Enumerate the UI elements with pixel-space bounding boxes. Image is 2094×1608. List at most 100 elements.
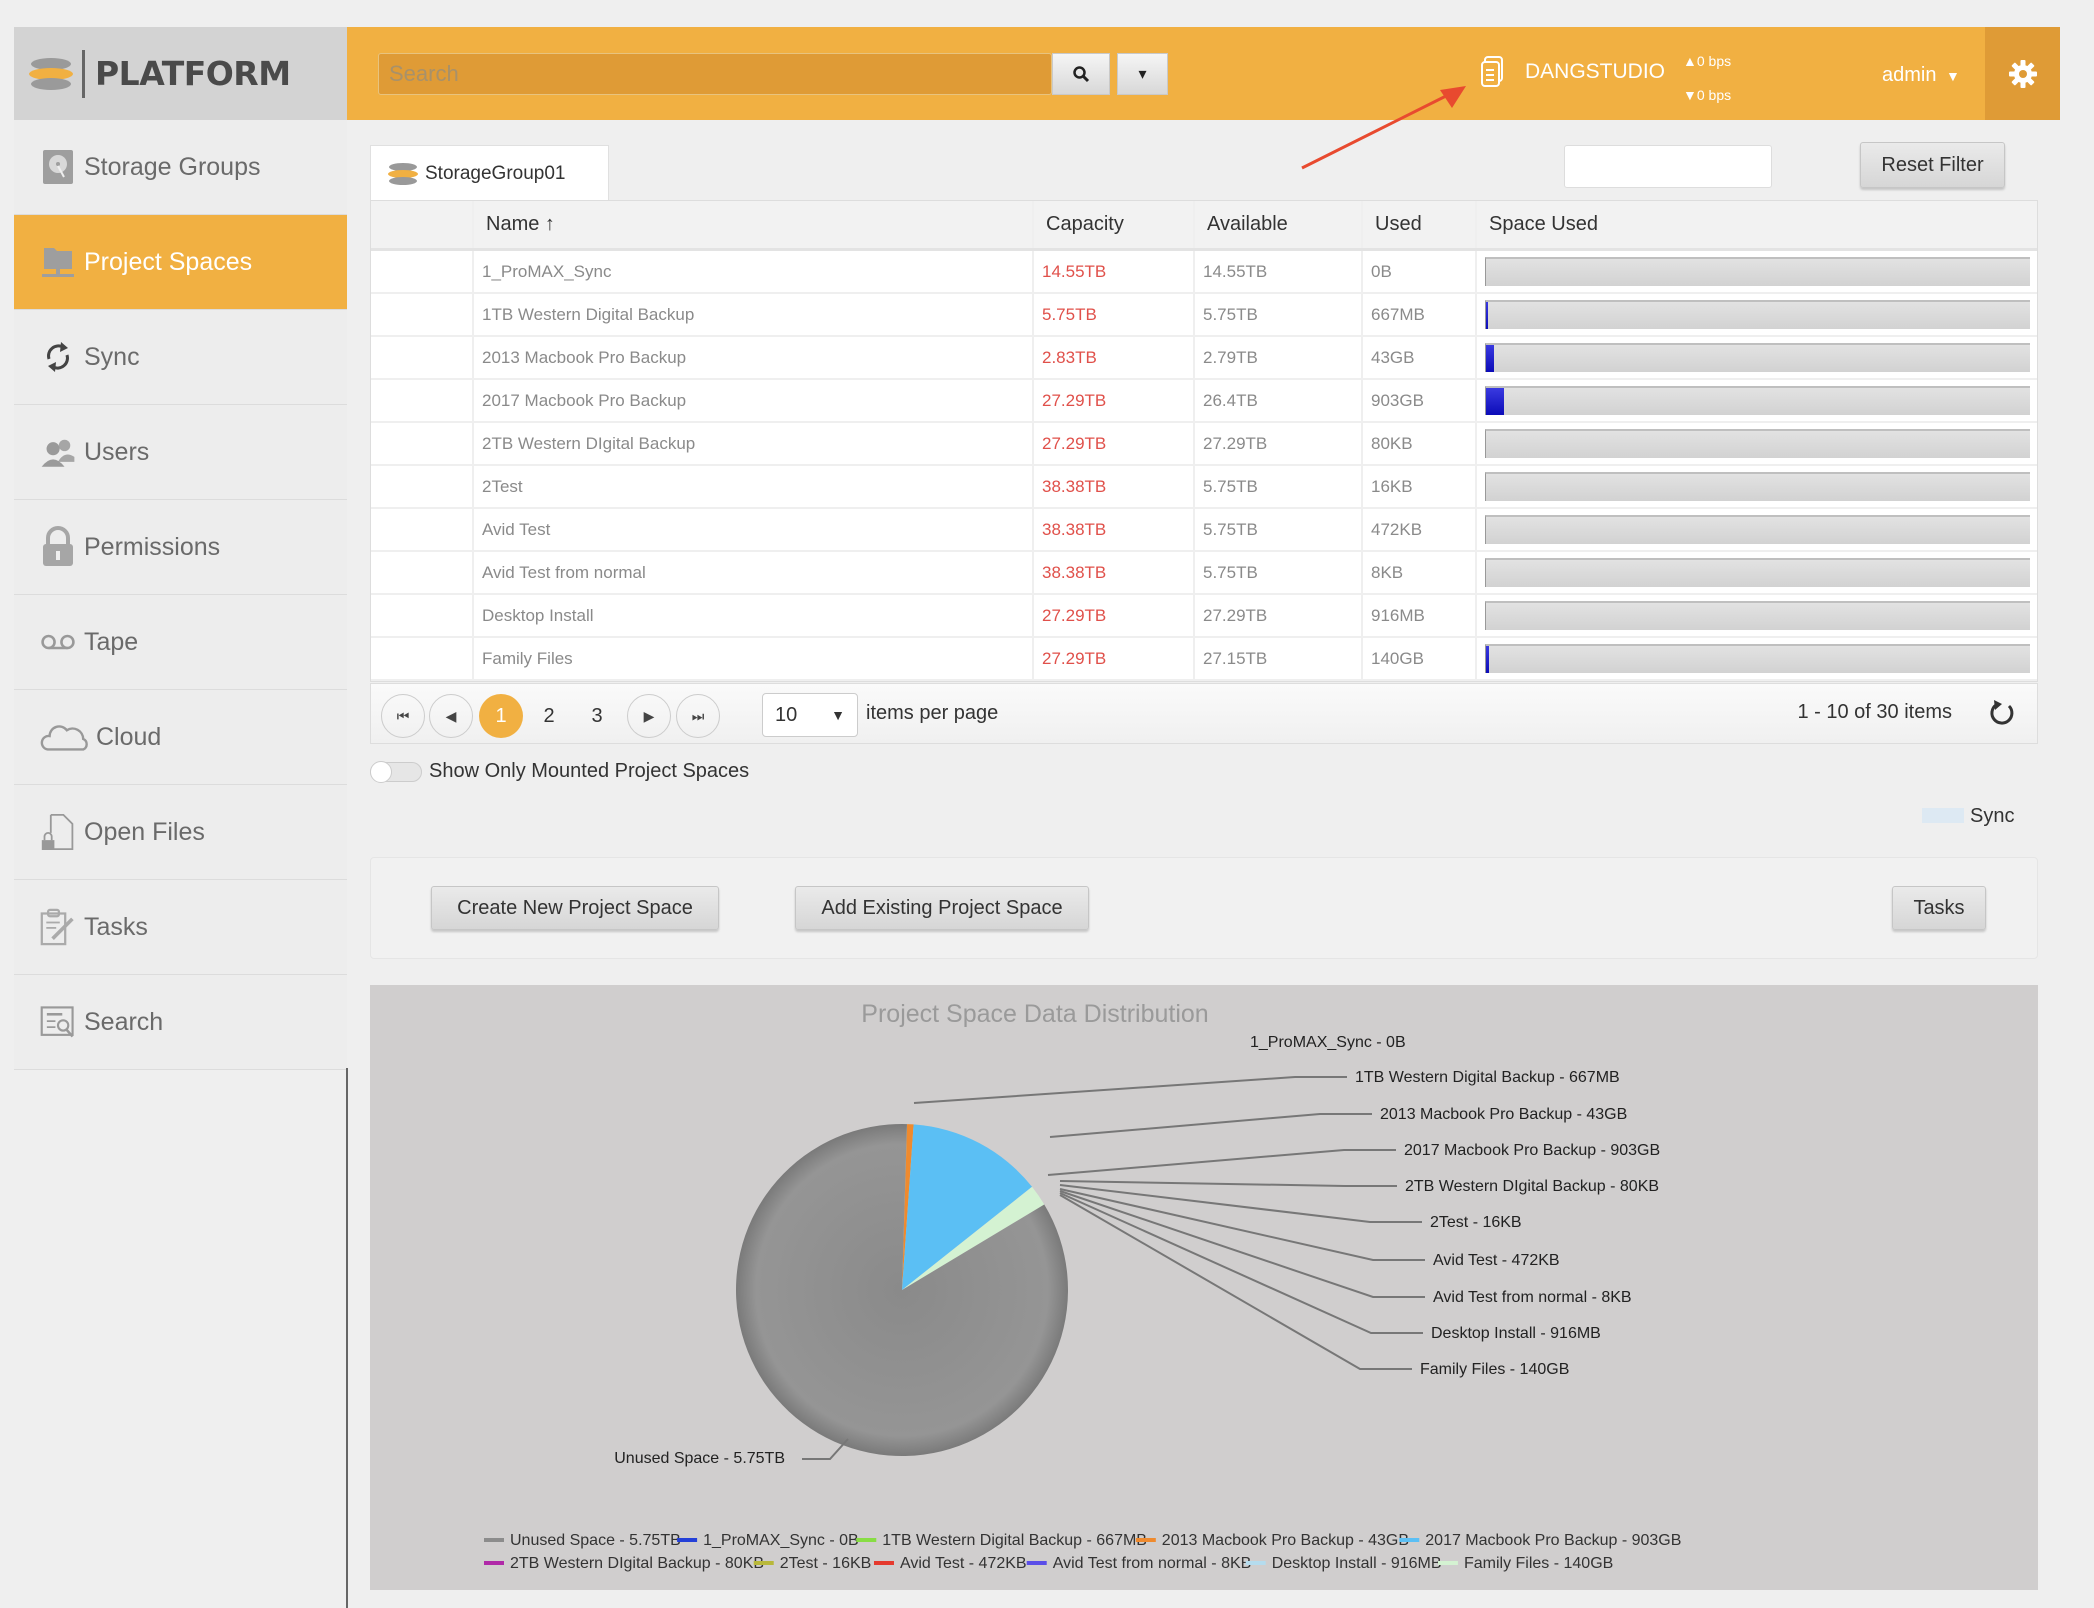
legend-item[interactable]: Desktop Install - 916MB	[1272, 1555, 1442, 1572]
row-select-cell[interactable]	[371, 251, 474, 292]
cell-space-used	[1477, 595, 2037, 636]
table-row[interactable]: 2TB Western DIgital Backup 27.29TB 27.29TB…	[371, 423, 2037, 466]
legend-swatch	[1026, 1561, 1047, 1565]
table-row[interactable]: Family Files 27.29TB 27.15TB 140GB	[371, 638, 2037, 681]
sidebar-item-users[interactable]: Users	[14, 405, 347, 500]
upload-rate: ▲0 bps	[1683, 53, 1732, 69]
page-1-button[interactable]: 1	[479, 694, 523, 738]
search-icon	[1073, 66, 1090, 83]
next-page-icon: ▶	[643, 707, 655, 724]
row-select-cell[interactable]	[371, 509, 474, 550]
legend-swatch	[1135, 1538, 1156, 1542]
cell-used: 667MB	[1363, 294, 1477, 335]
legend-item[interactable]: 1_ProMAX_Sync - 0B	[703, 1532, 859, 1549]
row-select-cell[interactable]	[371, 337, 474, 378]
cell-used: 16KB	[1363, 466, 1477, 507]
sidebar-item-label: Storage Groups	[84, 152, 261, 181]
legend-item[interactable]: Family Files - 140GB	[1464, 1555, 1613, 1572]
prev-page-button[interactable]: ◀	[429, 694, 473, 738]
table-row[interactable]: 2017 Macbook Pro Backup 27.29TB 26.4TB 903G…	[371, 380, 2037, 423]
table-row[interactable]: 1_ProMAX_Sync 14.55TB 14.55TB 0B	[371, 251, 2037, 294]
page-3-button[interactable]: 3	[575, 694, 619, 738]
legend-item[interactable]: 2017 Macbook Pro Backup - 903GB	[1425, 1532, 1681, 1549]
reset-filter-button[interactable]: Reset Filter	[1860, 142, 2005, 188]
search-input[interactable]	[378, 53, 1052, 95]
sidebar-item-cloud[interactable]: Cloud	[14, 690, 347, 785]
legend-item[interactable]: 1TB Western Digital Backup - 667MB	[882, 1532, 1147, 1549]
sidebar-item-storage-groups[interactable]: Storage Groups	[14, 120, 347, 215]
items-per-page-select[interactable]: 10 ▼	[762, 693, 858, 737]
legend-item[interactable]: Avid Test - 472KB	[900, 1555, 1027, 1572]
legend-item[interactable]: Unused Space - 5.75TB	[510, 1532, 681, 1549]
table-row[interactable]: 2Test 38.38TB 5.75TB 16KB	[371, 466, 2037, 509]
mounted-only-toggle[interactable]	[370, 761, 422, 783]
prev-page-icon: ◀	[445, 707, 457, 724]
row-select-cell[interactable]	[371, 552, 474, 593]
sidebar-item-tape[interactable]: Tape	[14, 595, 347, 690]
leader-line	[1049, 1113, 1372, 1138]
tasks-button[interactable]: Tasks	[1892, 886, 1986, 930]
column-header-space-used[interactable]: Space Used	[1477, 201, 2037, 248]
space-used-bar	[1485, 257, 2030, 286]
column-header-available[interactable]: Available	[1195, 201, 1363, 248]
legend-swatch	[484, 1538, 504, 1542]
pie-label: 2TB Western DIgital Backup - 80KB	[1405, 1178, 1659, 1195]
legend-item[interactable]: 2013 Macbook Pro Backup - 43GB	[1162, 1532, 1409, 1549]
legend-swatch	[753, 1561, 774, 1565]
column-header-capacity[interactable]: Capacity	[1034, 201, 1195, 248]
row-select-cell[interactable]	[371, 423, 474, 464]
user-menu[interactable]: admin ▼	[1882, 64, 1960, 87]
legend-item[interactable]: 2Test - 16KB	[780, 1555, 872, 1572]
cell-capacity: 27.29TB	[1034, 380, 1195, 421]
cell-capacity: 5.75TB	[1034, 294, 1195, 335]
sidebar-item-tasks[interactable]: Tasks	[14, 880, 347, 975]
last-page-button[interactable]: ⏭	[676, 694, 720, 738]
legend-swatch	[873, 1561, 894, 1565]
refresh-icon[interactable]	[1987, 698, 2017, 728]
cell-name: 2013 Macbook Pro Backup	[474, 337, 1034, 378]
legend-swatch	[677, 1538, 698, 1542]
legend-item[interactable]: 2TB Western DIgital Backup - 80KB	[510, 1555, 764, 1572]
next-page-button[interactable]: ▶	[627, 694, 671, 738]
space-used-bar	[1485, 429, 2030, 458]
row-select-cell[interactable]	[371, 638, 474, 679]
legend-item[interactable]: Avid Test from normal - 8KB	[1053, 1555, 1252, 1572]
row-select-cell[interactable]	[371, 380, 474, 421]
space-used-bar-fill	[1486, 646, 1489, 673]
settings-button[interactable]	[1985, 27, 2060, 120]
table-row[interactable]: Avid Test from normal 38.38TB 5.75TB 8KB	[371, 552, 2037, 595]
first-page-icon: ⏮	[396, 707, 410, 724]
leader-line	[1059, 1180, 1397, 1187]
table-row[interactable]: 1TB Western Digital Backup 5.75TB 5.75TB 66…	[371, 294, 2037, 337]
row-select-cell[interactable]	[371, 595, 474, 636]
filter-input[interactable]	[1564, 145, 1772, 188]
pie-label: 1_ProMAX_Sync - 0B	[1250, 1034, 1406, 1051]
sidebar-item-sync[interactable]: Sync	[14, 310, 347, 405]
sidebar-item-search[interactable]: Search	[14, 975, 347, 1070]
first-page-button[interactable]: ⏮	[381, 694, 425, 738]
row-select-cell[interactable]	[371, 294, 474, 335]
table-row[interactable]: Avid Test 38.38TB 5.75TB 472KB	[371, 509, 2037, 552]
page-2-button[interactable]: 2	[527, 694, 571, 738]
space-used-bar	[1485, 300, 2030, 329]
search-options-dropdown[interactable]: ▾	[1117, 53, 1168, 95]
cell-available: 5.75TB	[1195, 466, 1363, 507]
table-row[interactable]: Desktop Install 27.29TB 27.29TB 916MB	[371, 595, 2037, 638]
table-row[interactable]: 2013 Macbook Pro Backup 2.83TB 2.79TB 43GB	[371, 337, 2037, 380]
create-project-space-button[interactable]: Create New Project Space	[431, 886, 719, 930]
sidebar-item-project-spaces[interactable]: Project Spaces	[14, 215, 347, 310]
column-header-used[interactable]: Used	[1363, 201, 1477, 248]
add-existing-project-space-button[interactable]: Add Existing Project Space	[795, 886, 1089, 930]
column-header-name[interactable]: Name ↑	[474, 201, 1034, 248]
tab-storage-group[interactable]: StorageGroup01	[370, 145, 609, 201]
sidebar-item-permissions[interactable]: Permissions	[14, 500, 347, 595]
row-select-cell[interactable]	[371, 466, 474, 507]
logo[interactable]: PLATFORM	[14, 27, 347, 120]
data-distribution-chart: Project Space Data Distribution Unused S…	[370, 985, 2038, 1590]
annotation-arrow	[1301, 86, 1466, 170]
caret-down-icon: ▼	[1946, 68, 1960, 84]
cell-available: 27.15TB	[1195, 638, 1363, 679]
space-used-bar	[1485, 343, 2030, 372]
search-button[interactable]	[1052, 53, 1110, 95]
sidebar-item-open-files[interactable]: Open Files	[14, 785, 347, 880]
